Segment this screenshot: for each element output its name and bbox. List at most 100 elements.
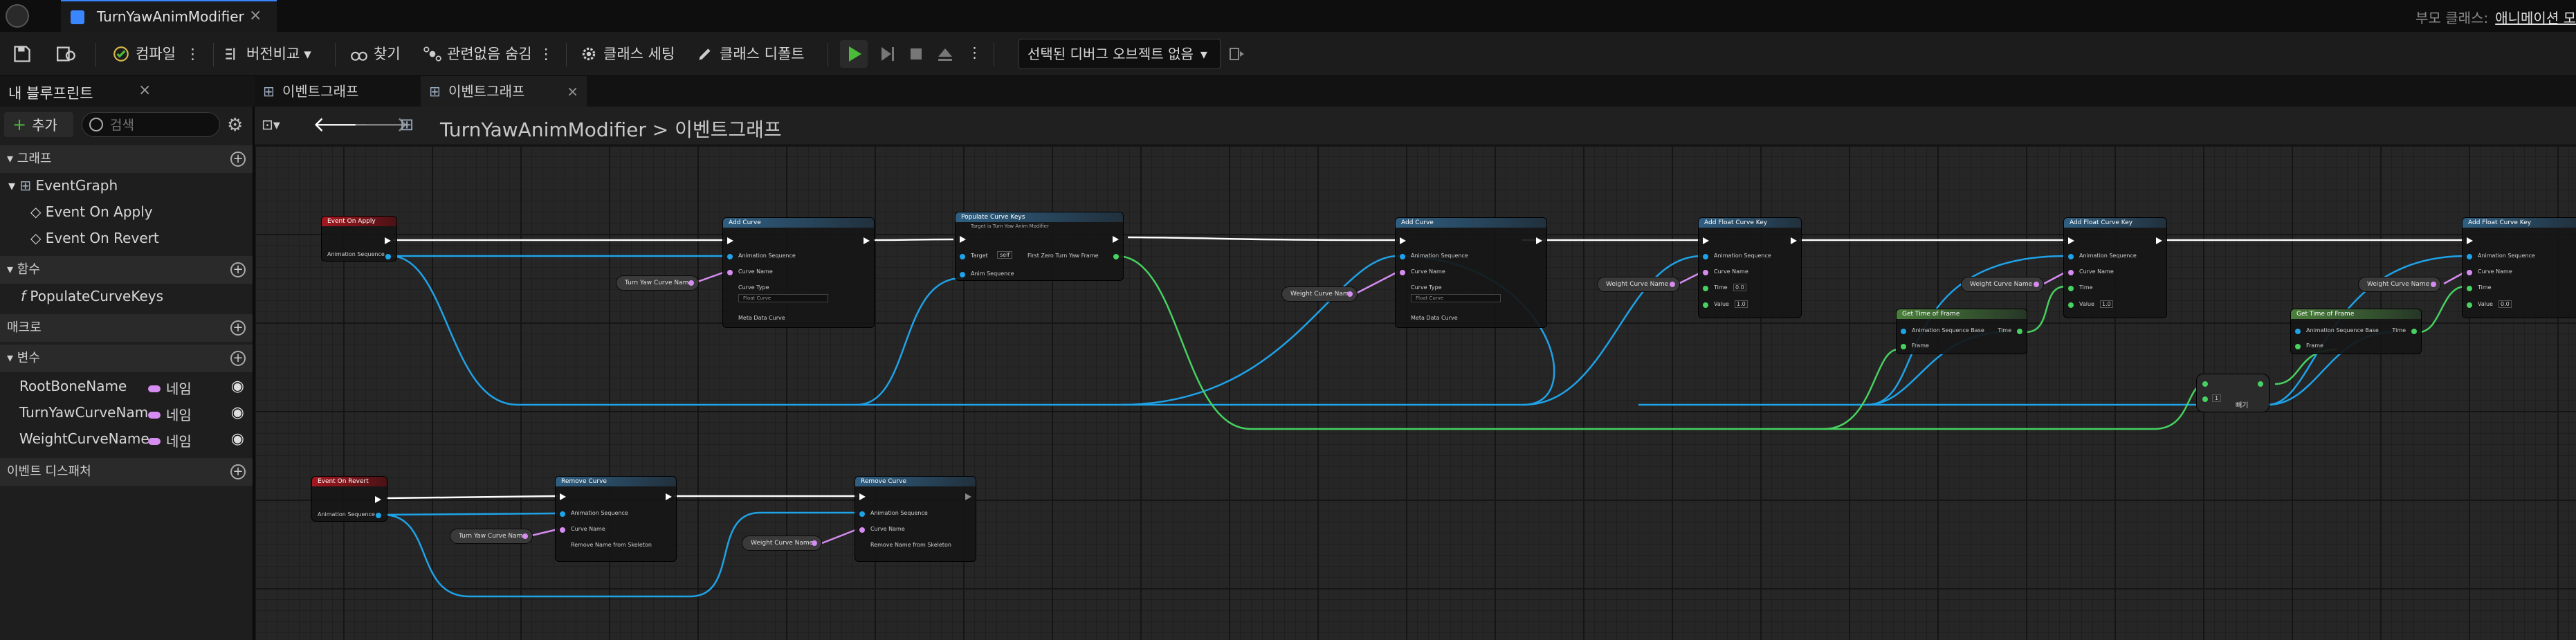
int-pin[interactable] [2295, 344, 2301, 349]
exec-out-pin[interactable] [1791, 237, 1797, 244]
object-pin[interactable] [1901, 329, 1906, 334]
name-pin[interactable] [2467, 270, 2472, 275]
subtract-value[interactable]: 1 [2212, 394, 2222, 402]
int-pin[interactable] [2202, 381, 2208, 387]
variable-row[interactable]: TurnYawCurveName 네임 ◉ [19, 404, 251, 424]
exec-in-pin[interactable] [960, 236, 966, 243]
get-turn-yaw-curve-name-node[interactable]: Turn Yaw Curve Name [450, 529, 533, 544]
event-on-revert-node[interactable]: Event On Revert Animation Sequence [311, 476, 387, 522]
exec-out-pin[interactable] [1113, 236, 1119, 243]
variable-row[interactable]: RootBoneName 네임 ◉ [19, 378, 251, 397]
time-value[interactable]: 0.0 [1733, 284, 1746, 291]
object-pin[interactable] [376, 513, 381, 518]
object-pin[interactable] [1400, 254, 1405, 259]
get-weight-curve-name-node[interactable]: Weight Curve Name [1961, 277, 2044, 292]
object-pin[interactable] [960, 254, 965, 259]
exec-out-pin[interactable] [375, 496, 381, 503]
add-variable-icon[interactable]: + [230, 351, 246, 366]
graph-canvas[interactable]: Event On Apply Animation Sequence Add Cu… [255, 145, 2576, 640]
name-pin[interactable] [2068, 270, 2074, 275]
int-pin[interactable] [2258, 381, 2263, 387]
exec-in-pin[interactable] [727, 237, 733, 244]
get-weight-curve-name-node[interactable]: Weight Curve Name [1281, 286, 1358, 302]
float-pin[interactable] [1703, 302, 1708, 308]
close-icon[interactable]: × [249, 7, 262, 24]
name-pin[interactable] [859, 527, 865, 533]
exec-out-pin[interactable] [1536, 237, 1542, 244]
value-value[interactable]: 1.0 [1735, 300, 1748, 308]
exec-in-pin[interactable] [1703, 237, 1709, 244]
object-pin[interactable] [2068, 254, 2074, 259]
exec-out-pin[interactable] [2156, 237, 2162, 244]
play-button[interactable] [840, 40, 868, 68]
document-tab[interactable]: TurnYawAnimModifier × [61, 0, 277, 32]
name-pin[interactable] [560, 527, 565, 533]
add-float-curve-key-node[interactable]: Add Float Curve Key Animation Sequence C… [2063, 217, 2167, 318]
float-pin[interactable] [2017, 329, 2022, 334]
diff-button[interactable]: 버전비교 ▾ [223, 42, 311, 66]
eye-icon[interactable]: ◉ [231, 430, 244, 448]
graph-options-icon[interactable]: ⊡▾ [262, 116, 280, 133]
tab-eventgraph-2[interactable]: ⊞ 이벤트그래프 × [421, 76, 587, 107]
save-icon[interactable] [12, 44, 32, 64]
subtract-node[interactable]: 1 빼기 [2196, 374, 2269, 412]
event-on-apply-node[interactable]: Event On Apply Animation Sequence [321, 216, 397, 262]
tree-item-event-on-apply[interactable]: ◇ Event On Apply [30, 203, 153, 220]
exec-in-pin[interactable] [2467, 237, 2473, 244]
exec-in-pin[interactable] [2068, 237, 2074, 244]
hide-unrelated-button[interactable]: 관련없음 숨김 ⋮ [423, 42, 554, 66]
search-box[interactable] [82, 112, 220, 137]
int-pin[interactable] [2202, 396, 2208, 402]
class-defaults-button[interactable]: 클래스 디폴트 [696, 42, 805, 66]
remove-curve-node[interactable]: Remove Curve Animation Sequence Curve Na… [855, 476, 976, 562]
float-pin[interactable] [2068, 302, 2074, 308]
float-pin[interactable] [2068, 286, 2074, 291]
get-time-of-frame-node[interactable]: Get Time of Frame Animation Sequence Bas… [2290, 309, 2422, 354]
float-pin[interactable] [2467, 286, 2472, 291]
eject-icon[interactable] [931, 40, 959, 68]
target-self-value[interactable]: self [997, 251, 1013, 259]
step-icon[interactable] [873, 40, 901, 68]
gear-icon[interactable]: ⚙ [227, 115, 243, 136]
float-pin[interactable] [2467, 302, 2472, 308]
object-pin[interactable] [2295, 329, 2301, 334]
add-macro-icon[interactable]: + [230, 320, 246, 336]
name-pin[interactable] [1703, 270, 1708, 275]
int-pin[interactable] [1901, 344, 1906, 349]
remove-curve-node[interactable]: Remove Curve Animation Sequence Curve Na… [555, 476, 677, 562]
exec-out-pin[interactable] [666, 493, 672, 500]
close-icon[interactable]: × [567, 76, 578, 107]
exec-in-pin[interactable] [859, 493, 866, 500]
section-macros[interactable]: 매크로 + [0, 314, 253, 342]
get-weight-curve-name-node[interactable]: Weight Curve Name [2358, 277, 2441, 292]
get-weight-curve-name-node[interactable]: Weight Curve Name [1597, 277, 1680, 292]
get-turn-yaw-curve-name-node[interactable]: Turn Yaw Curve Name [616, 275, 699, 291]
add-function-icon[interactable]: + [230, 262, 246, 277]
section-event-dispatchers[interactable]: 이벤트 디스패처 + [0, 458, 253, 486]
class-settings-button[interactable]: 클래스 세팅 [580, 42, 675, 66]
tree-item-populate-curve-keys[interactable]: f PopulateCurveKeys [21, 288, 163, 304]
tree-item-event-on-revert[interactable]: ◇ Event On Revert [30, 230, 159, 246]
stop-icon[interactable] [902, 40, 930, 68]
exec-in-pin[interactable] [1400, 237, 1406, 244]
add-dispatcher-icon[interactable]: + [230, 464, 246, 479]
tree-item-eventgraph[interactable]: ▾ ⊞ EventGraph [8, 177, 118, 194]
exec-in-pin[interactable] [560, 493, 566, 500]
add-float-curve-key-node[interactable]: Add Float Curve Key Animation Sequence C… [1698, 217, 1802, 318]
float-pin[interactable] [1113, 254, 1119, 259]
get-weight-curve-name-node[interactable]: Weight Curve Name [742, 536, 822, 551]
object-pin[interactable] [2467, 254, 2472, 259]
eye-icon[interactable]: ◉ [231, 378, 244, 395]
eye-icon[interactable]: ◉ [231, 404, 244, 421]
play-options-icon[interactable]: ⋮ [967, 40, 982, 65]
variable-row[interactable]: WeightCurveName 네임 ◉ [19, 430, 251, 450]
object-pin[interactable] [960, 272, 965, 277]
exec-out-pin[interactable] [965, 493, 971, 500]
add-graph-icon[interactable]: + [230, 152, 246, 167]
add-curve-node[interactable]: Add Curve Animation Sequence Curve Name … [1395, 217, 1547, 328]
compile-button[interactable]: 컴파일 ⋮ [112, 42, 200, 66]
close-icon[interactable]: × [138, 82, 151, 99]
exec-out-pin[interactable] [864, 237, 870, 244]
add-curve-node[interactable]: Add Curve Animation Sequence Curve Name … [722, 217, 875, 328]
section-functions[interactable]: ▾ 함수 + [0, 256, 253, 284]
